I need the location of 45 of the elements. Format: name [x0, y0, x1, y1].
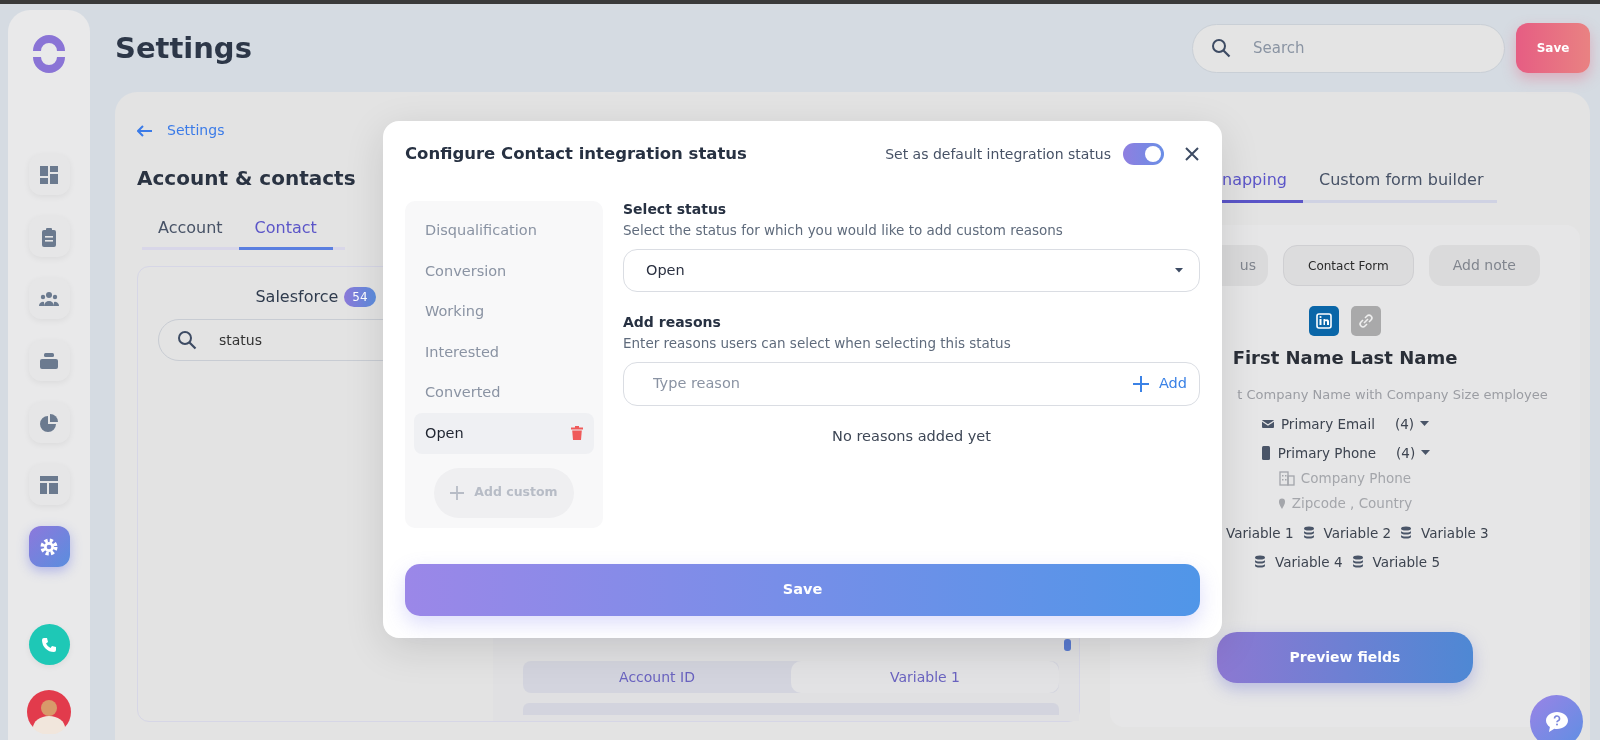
status-select[interactable]: Open — [623, 249, 1200, 293]
empty-message: No reasons added yet — [831, 427, 992, 447]
field-label: Primary Phone — [1277, 443, 1377, 463]
tab[interactable]: Custom form builder — [1303, 163, 1500, 203]
add-button[interactable]: Add — [1132, 373, 1187, 395]
dialog-title: Configure Contact integration status — [405, 144, 747, 164]
contact-name: First Name Last Name — [1232, 346, 1458, 370]
tab[interactable]: Account — [142, 210, 239, 250]
field-label: Zipcode , Country — [1291, 494, 1413, 514]
search-field[interactable]: Search — [1251, 24, 1504, 72]
company-text: t Company Name with Company Size employee — [1237, 386, 1548, 404]
reason-field[interactable]: Type reason Add — [623, 362, 1200, 407]
page-title: Settings — [115, 30, 252, 66]
variable-label: Variable 3 — [1421, 523, 1489, 543]
field-label: Select status — [623, 201, 728, 218]
search-box[interactable]: Search — [1192, 23, 1505, 73]
field-label: Add reasons — [623, 314, 722, 331]
variable-name: Variable 1 — [791, 661, 1059, 693]
variable-label: Variable 2 — [1323, 523, 1392, 543]
field-hint: Select the status for which you would like to add custom reasons — [623, 220, 1064, 240]
save-button[interactable]: Save — [1516, 23, 1590, 73]
field-count: (4) — [1396, 443, 1416, 463]
source-name: Salesforce — [255, 286, 339, 308]
tab[interactable]: Contact — [238, 210, 333, 250]
count-badge: 54 — [344, 287, 376, 307]
save-button[interactable]: Save — [405, 564, 1200, 616]
field-name: Account ID — [618, 668, 696, 687]
variable-label: Variable 5 — [1372, 552, 1441, 572]
field-count: (4) — [1394, 414, 1414, 434]
chip[interactable]: Contact Form — [1283, 245, 1414, 286]
chip[interactable]: us — [1222, 245, 1268, 286]
toggle-label: Set as default integration status — [885, 144, 1111, 164]
preview-button[interactable]: Preview fields — [1217, 632, 1473, 683]
status-item[interactable]: Converted — [414, 372, 594, 414]
variable-label: Variable 4 — [1274, 552, 1343, 572]
section-title: Account & contacts — [137, 166, 357, 190]
field-label: Primary Email — [1280, 414, 1375, 434]
back-link[interactable]: Settings — [137, 120, 1080, 141]
status-item[interactable]: Open — [414, 413, 594, 454]
field-hint: Enter reasons users can select when selecting this status — [623, 333, 1012, 353]
variable-label: Variable 1 — [1226, 523, 1294, 543]
field-label: Company Phone — [1300, 469, 1412, 488]
status-item[interactable]: Conversion — [414, 251, 594, 292]
status-item[interactable]: Disqualification — [414, 211, 594, 252]
chip[interactable]: Add note — [1428, 245, 1540, 286]
